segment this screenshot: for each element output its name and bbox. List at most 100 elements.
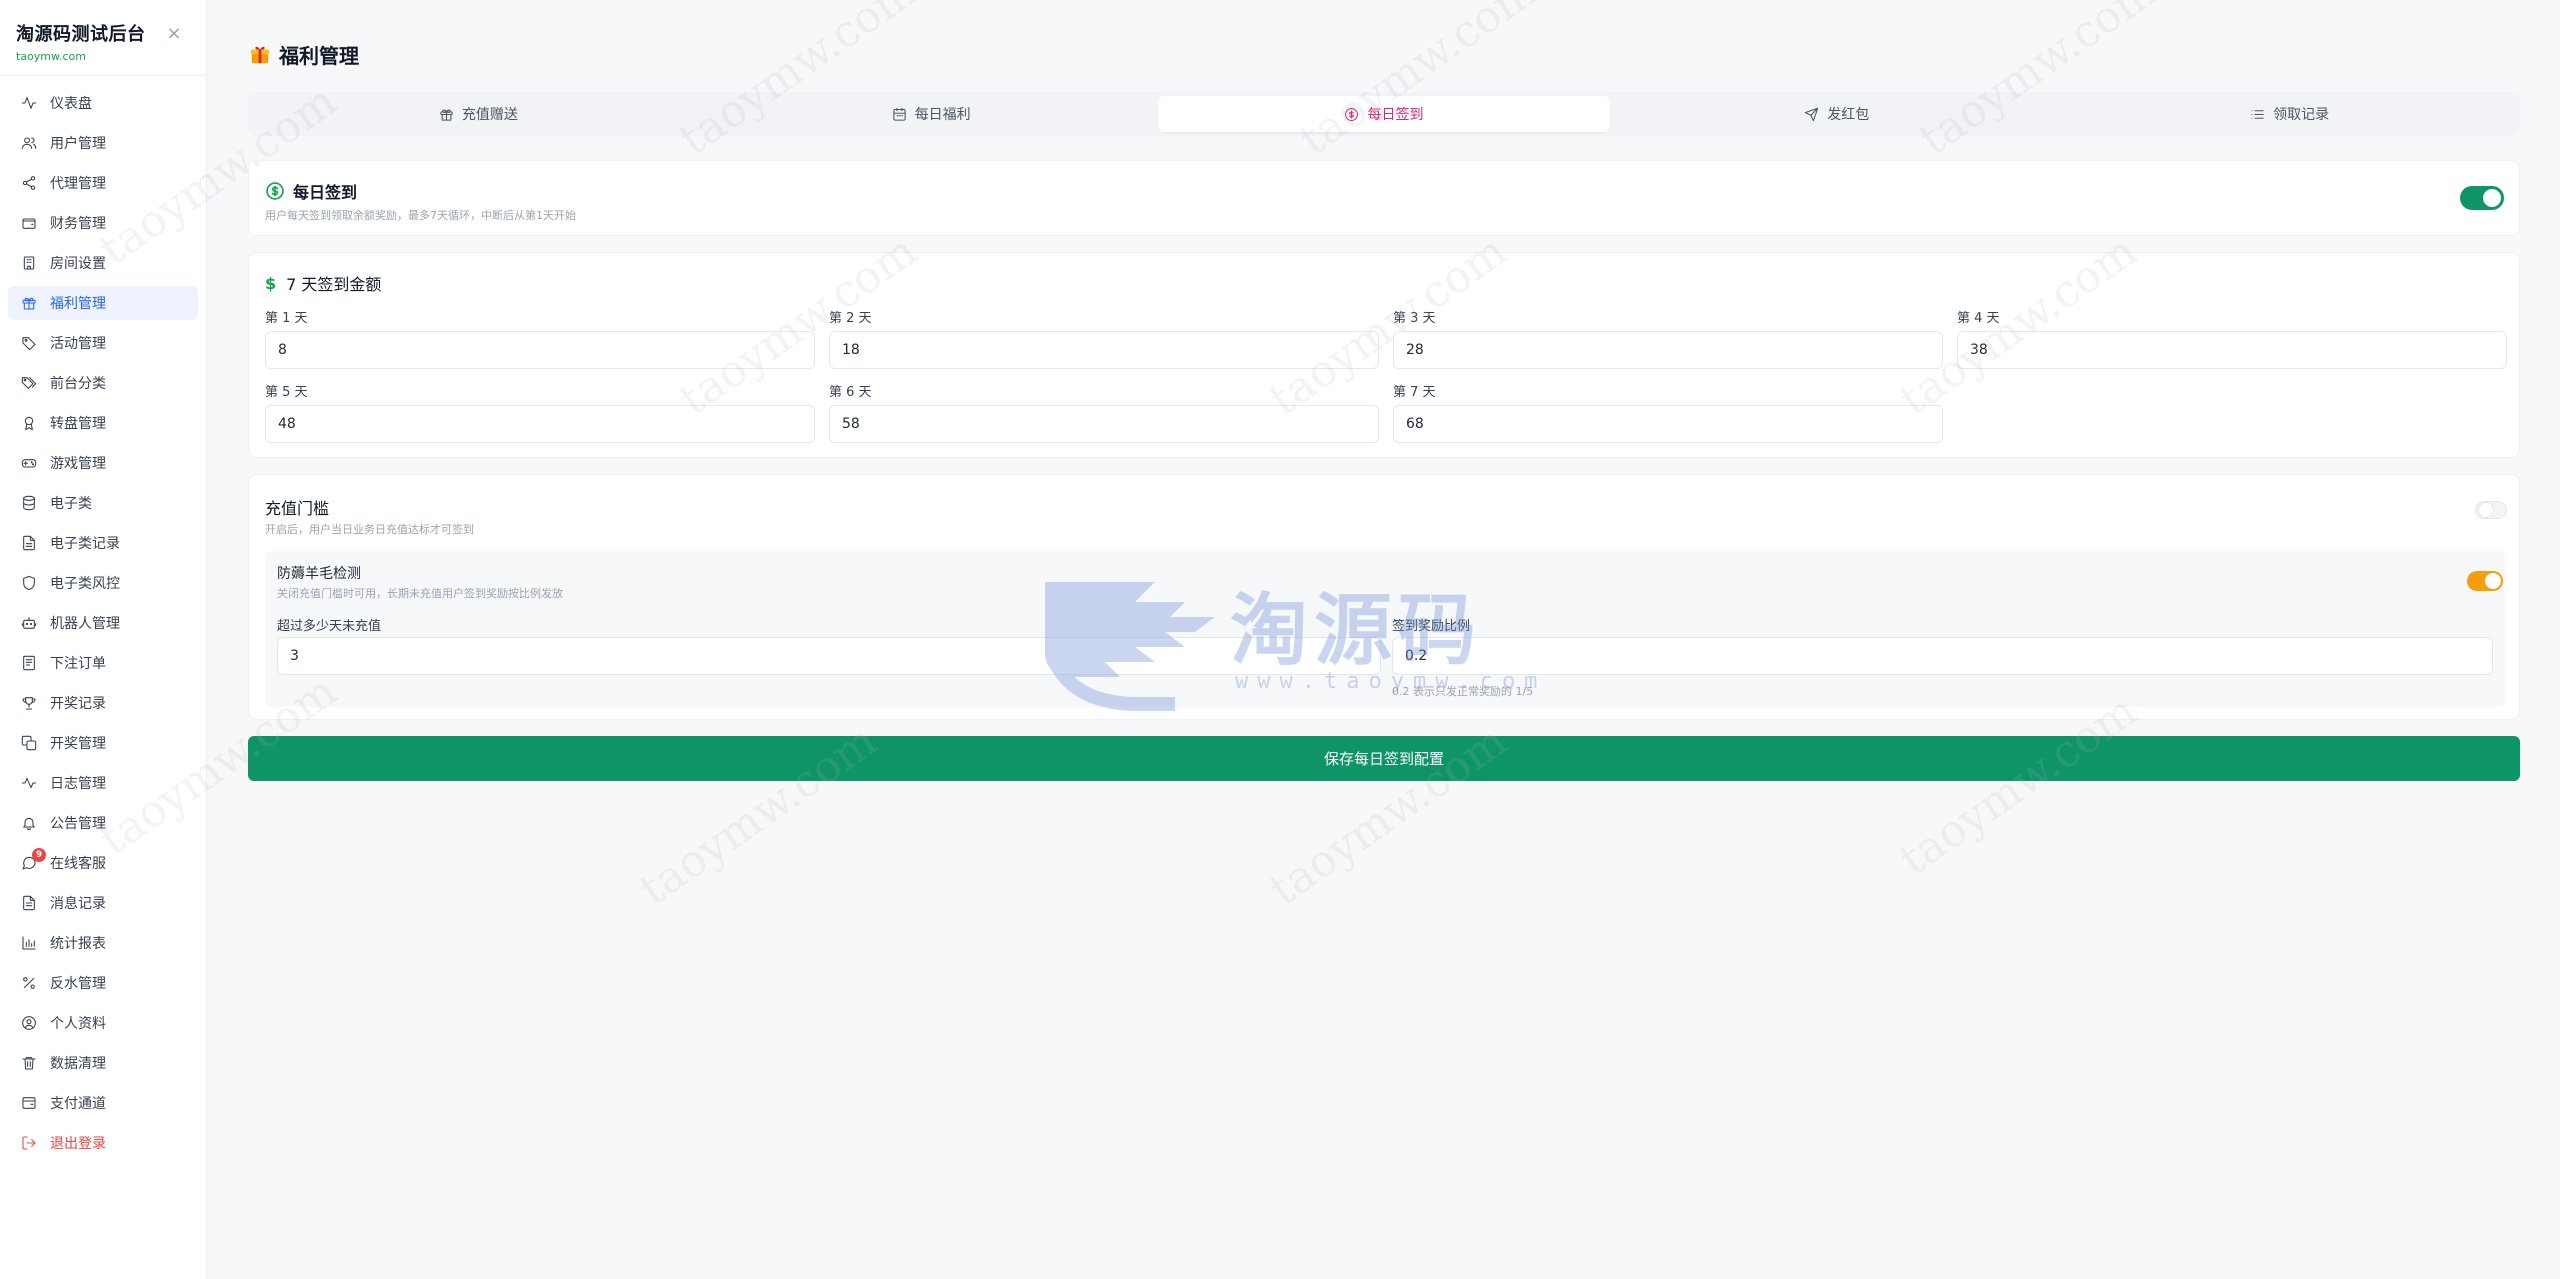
tab-3[interactable]: 发红包 [1610, 96, 2063, 132]
sidebar-item-21[interactable]: 统计报表 [8, 926, 198, 960]
bot-icon [20, 614, 38, 632]
save-checkin-config-button[interactable]: 保存每日签到配置 [248, 736, 2520, 781]
day-amount-input[interactable]: 28 [1393, 331, 1943, 369]
day-field-1: 第 1 天 8 [265, 307, 815, 369]
reward-ratio-label: 签到奖励比例 [1392, 619, 1471, 634]
sidebar-item-15[interactable]: 开奖记录 [8, 686, 198, 720]
day-field-2: 第 2 天 18 [829, 307, 1379, 369]
day-amount-input[interactable]: 48 [265, 405, 815, 443]
page-title: 福利管理 [249, 40, 359, 69]
anti-abuse-toggle[interactable] [2467, 571, 2503, 591]
sidebar-item-label: 房间设置 [50, 256, 106, 272]
activity-icon [20, 94, 38, 112]
recharge-threshold-card: 充值门槛 开启后，用户当日业务日充值达标才可签到 防薅羊毛检测 关闭充值门槛时可… [248, 474, 2520, 720]
gift-icon [250, 46, 270, 63]
sidebar-item-14[interactable]: 下注订单 [8, 646, 198, 680]
close-icon[interactable]: × [166, 25, 182, 43]
award-icon [20, 414, 38, 432]
day-amount-input[interactable]: 58 [829, 405, 1379, 443]
pulse-icon [20, 774, 38, 792]
unrecharged-days-input[interactable]: 3 [277, 637, 1381, 675]
sidebar-item-3[interactable]: 财务管理 [8, 206, 198, 240]
trash-icon [20, 1054, 38, 1072]
sidebar-item-label: 仪表盘 [50, 96, 92, 112]
sidebar-item-9[interactable]: 游戏管理 [8, 446, 198, 480]
sidebar-item-5[interactable]: 福利管理 [8, 286, 198, 320]
receipt-icon [20, 654, 38, 672]
checkin-amounts-card: $ 7 天签到金额 第 1 天 8 第 2 天 18 第 3 天 28 第 4 天 38 第 5… [248, 252, 2520, 458]
sidebar-item-11[interactable]: 电子类记录 [8, 526, 198, 560]
sidebar-item-18[interactable]: 公告管理 [8, 806, 198, 840]
recharge-threshold-toggle[interactable] [2475, 501, 2507, 519]
tab-1[interactable]: 每日福利 [705, 96, 1158, 132]
sidebar-item-2[interactable]: 代理管理 [8, 166, 198, 200]
day-field-7: 第 7 天 68 [1393, 381, 1943, 443]
day-amount-input[interactable]: 68 [1393, 405, 1943, 443]
sidebar-item-16[interactable]: 开奖管理 [8, 726, 198, 760]
day-label: 第 4 天 [1957, 311, 2000, 326]
dollar-circle-icon [1345, 107, 1359, 121]
daily-checkin-toggle[interactable] [2460, 186, 2504, 210]
day-label: 第 7 天 [1393, 385, 1436, 400]
sidebar-item-label: 财务管理 [50, 216, 106, 232]
sidebar-item-10[interactable]: 电子类 [8, 486, 198, 520]
sidebar-item-4[interactable]: 房间设置 [8, 246, 198, 280]
day-field-3: 第 3 天 28 [1393, 307, 1943, 369]
sidebar-item-label: 游戏管理 [50, 456, 106, 472]
sidebar-item-label: 开奖管理 [50, 736, 106, 752]
sidebar-item-label: 福利管理 [50, 296, 106, 312]
tab-label: 每日福利 [914, 107, 971, 123]
sidebar-item-19[interactable]: 9 在线客服 [8, 846, 198, 880]
reward-ratio-input[interactable]: 0.2 [1392, 637, 2493, 675]
sidebar-item-label: 支付通道 [50, 1096, 106, 1112]
daily-checkin-header: 每日签到 [265, 179, 357, 203]
sidebar-item-label: 消息记录 [50, 896, 106, 912]
dollar-circle-icon [266, 182, 284, 200]
sidebar-item-17[interactable]: 日志管理 [8, 766, 198, 800]
tab-4[interactable]: 领取记录 [2063, 96, 2516, 132]
tab-2[interactable]: 每日签到 [1157, 96, 1611, 132]
sidebar-item-8[interactable]: 转盘管理 [8, 406, 198, 440]
toggle-knob [2479, 503, 2493, 517]
sidebar-item-label: 退出登录 [50, 1136, 106, 1152]
day-amount-input[interactable]: 38 [1957, 331, 2507, 369]
file-icon [20, 534, 38, 552]
tag-icon [20, 334, 38, 352]
sidebar-item-24[interactable]: 数据清理 [8, 1046, 198, 1080]
sidebar-item-7[interactable]: 前台分类 [8, 366, 198, 400]
unrecharged-days-label: 超过多少天未充值 [277, 619, 382, 634]
brand-title: 淘源码测试后台 [16, 24, 146, 45]
brand-header: 淘源码测试后台 taoymw.com × [0, 0, 206, 76]
sidebar-item-22[interactable]: 反水管理 [8, 966, 198, 1000]
toggle-knob [2485, 573, 2501, 589]
list-icon [2251, 109, 2264, 119]
sidebar-item-label: 数据清理 [50, 1056, 106, 1072]
sidebar-item-20[interactable]: 消息记录 [8, 886, 198, 920]
amounts-header: $ 7 天签到金额 [265, 271, 381, 295]
tab-0[interactable]: 充值赠送 [252, 96, 705, 132]
day-field-5: 第 5 天 48 [265, 381, 815, 443]
sidebar: 淘源码测试后台 taoymw.com × 仪表盘用户管理代理管理财务管理房间设置… [0, 0, 207, 1279]
unread-badge: 9 [32, 848, 46, 862]
main-content: 福利管理 充值赠送 每日福利 每日签到 发红包 领取记录 每日签到 用户每天签到领取余额… [207, 0, 2560, 1279]
recharge-threshold-description: 开启后，用户当日业务日充值达标才可签到 [265, 523, 474, 536]
sidebar-item-26[interactable]: 退出登录 [8, 1126, 198, 1160]
sidebar-item-12[interactable]: 电子类风控 [8, 566, 198, 600]
sidebar-item-1[interactable]: 用户管理 [8, 126, 198, 160]
amounts-title: 7 天签到金额 [286, 275, 382, 294]
shield-icon [20, 574, 38, 592]
user-circle-icon [20, 1014, 38, 1032]
daily-checkin-description: 用户每天签到领取余额奖励，最多7天循环，中断后从第1天开始 [265, 209, 576, 222]
building-icon [20, 254, 38, 272]
sidebar-item-23[interactable]: 个人资料 [8, 1006, 198, 1040]
send-icon [1805, 107, 1819, 121]
sidebar-item-25[interactable]: 支付通道 [8, 1086, 198, 1120]
sidebar-item-13[interactable]: 机器人管理 [8, 606, 198, 640]
day-amount-input[interactable]: 8 [265, 331, 815, 369]
sidebar-item-6[interactable]: 活动管理 [8, 326, 198, 360]
sidebar-item-label: 代理管理 [50, 176, 106, 192]
sidebar-item-label: 前台分类 [50, 376, 106, 392]
sidebar-item-0[interactable]: 仪表盘 [8, 86, 198, 120]
bar-chart-icon [20, 934, 38, 952]
day-amount-input[interactable]: 18 [829, 331, 1379, 369]
